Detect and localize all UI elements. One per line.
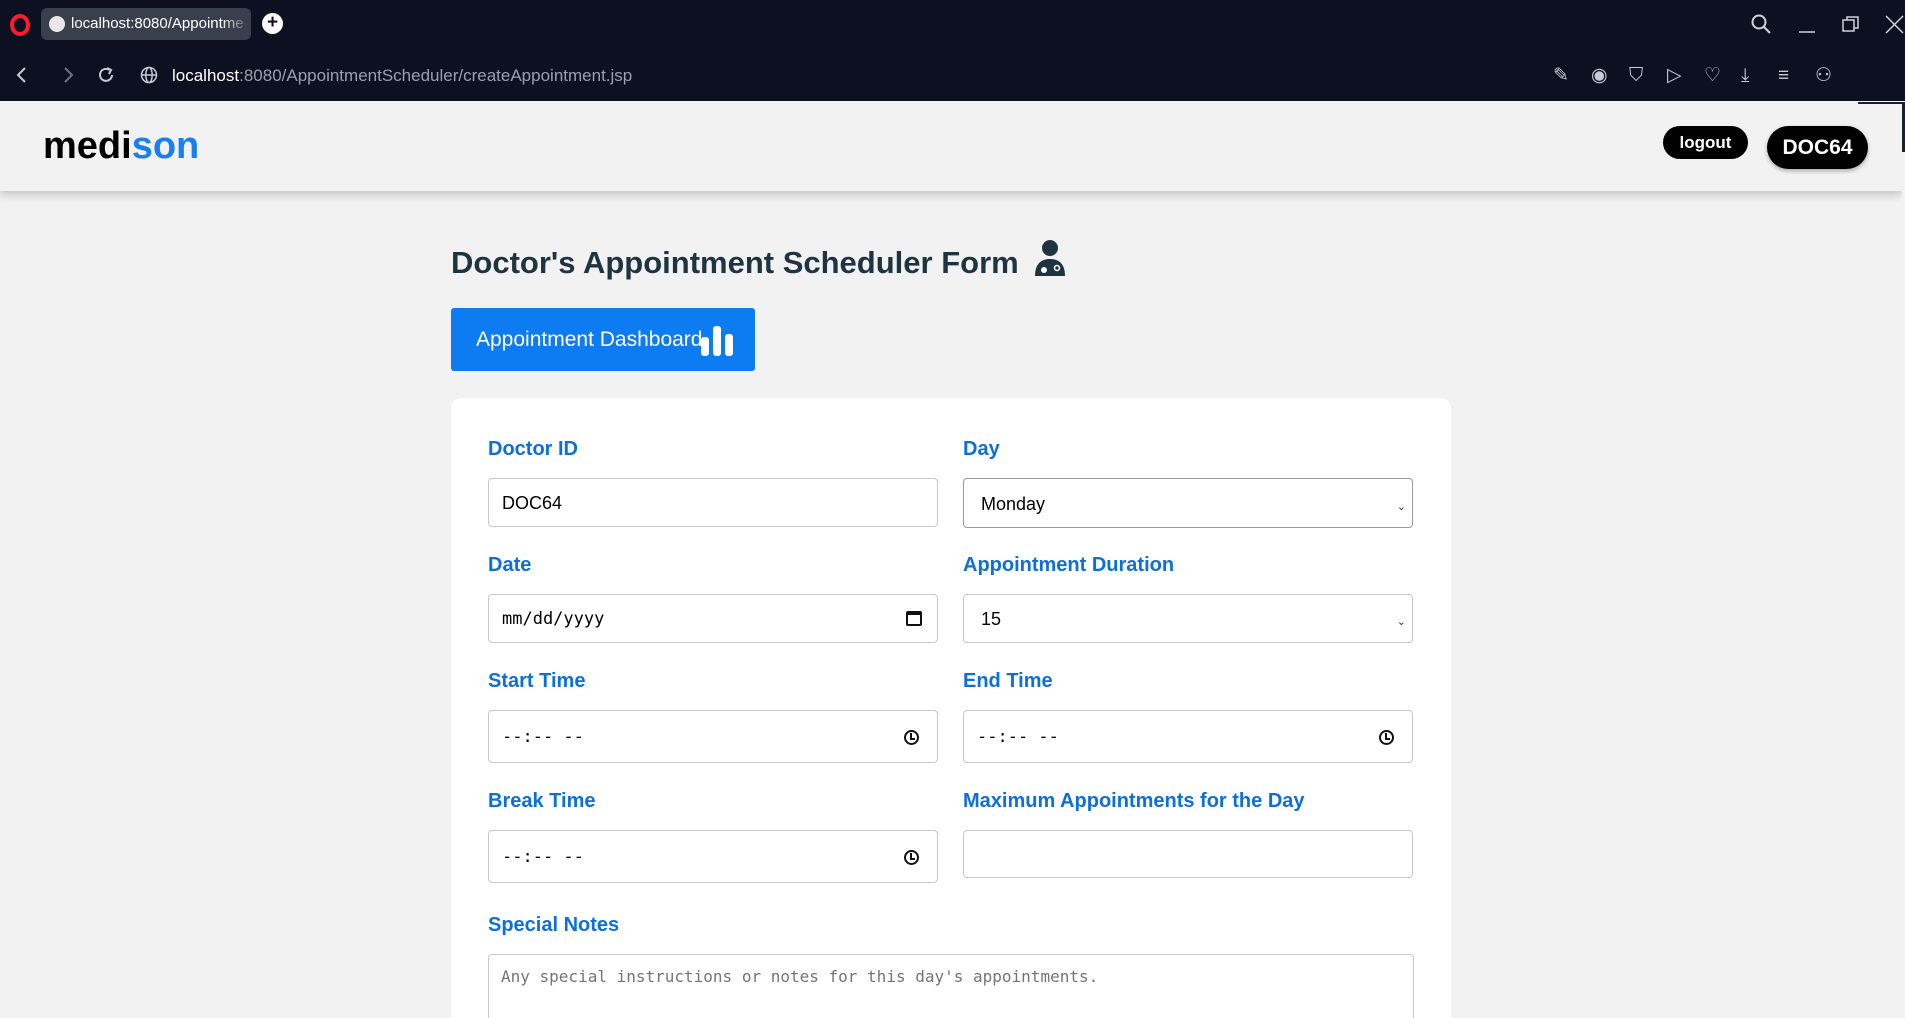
- url-field[interactable]: localhost:8080/AppointmentScheduler/crea…: [172, 64, 632, 88]
- camera-icon[interactable]: ◉: [1591, 65, 1608, 87]
- end-time-value: --:-- --: [977, 727, 1059, 747]
- restore-icon[interactable]: [1841, 15, 1861, 35]
- site-header: medison logout DOC64: [0, 104, 1902, 191]
- calendar-icon[interactable]: [906, 611, 922, 626]
- scheduler-form-card: Doctor ID DOC64 Day Monday ⌄ Date mm/dd/…: [451, 398, 1451, 1018]
- clock-icon[interactable]: [904, 730, 919, 745]
- break-time-input[interactable]: --:-- --: [488, 830, 938, 883]
- day-label: Day: [963, 438, 1000, 460]
- break-time-value: --:-- --: [502, 847, 584, 867]
- forward-icon[interactable]: [60, 66, 76, 84]
- site-info-icon[interactable]: [139, 65, 159, 85]
- chevron-down-icon: ⌄: [1396, 501, 1406, 513]
- doctor-id-input[interactable]: DOC64: [488, 478, 938, 527]
- brand-part-1: medi: [43, 125, 132, 167]
- dashboard-button-label: Appointment Dashboard: [476, 328, 703, 351]
- doctor-icon: [1035, 240, 1066, 276]
- logout-button[interactable]: logout: [1663, 126, 1748, 159]
- max-appointments-label: Maximum Appointments for the Day: [963, 790, 1305, 812]
- opera-logo-icon[interactable]: [10, 14, 30, 36]
- special-notes-label: Special Notes: [488, 914, 620, 936]
- day-value: Monday: [981, 494, 1046, 514]
- brand-logo[interactable]: medison: [43, 124, 199, 168]
- new-tab-button[interactable]: +: [262, 13, 283, 34]
- address-bar-row: localhost:8080/AppointmentScheduler/crea…: [0, 51, 1905, 152]
- browser-tab[interactable]: localhost:8080/Appointme: [41, 8, 251, 40]
- end-time-input[interactable]: --:-- --: [963, 710, 1413, 763]
- play-icon[interactable]: ▷: [1667, 65, 1682, 87]
- chevron-down-icon: ⌄: [1396, 616, 1406, 628]
- shield-icon[interactable]: ⛉: [1629, 65, 1643, 87]
- end-time-label: End Time: [963, 670, 1053, 692]
- browser-tab-strip: localhost:8080/Appointme +: [0, 0, 1905, 51]
- date-input[interactable]: mm/dd/yyyy: [488, 594, 938, 643]
- page-title-text: Doctor's Appointment Scheduler Form: [451, 245, 1019, 280]
- edit-icon[interactable]: ✎: [1553, 65, 1569, 87]
- page-title: Doctor's Appointment Scheduler Form: [451, 239, 1067, 283]
- date-label: Date: [488, 554, 532, 576]
- profile-icon[interactable]: ⚇: [1815, 65, 1832, 87]
- user-badge[interactable]: DOC64: [1767, 126, 1868, 169]
- globe-icon: [49, 16, 65, 32]
- break-time-label: Break Time: [488, 790, 596, 812]
- max-appointments-input[interactable]: [963, 830, 1413, 878]
- appointment-dashboard-button[interactable]: Appointment Dashboard: [451, 308, 755, 371]
- page-viewport: medison logout DOC64 Doctor's Appointmen…: [0, 104, 1902, 1018]
- start-time-value: --:-- --: [502, 727, 584, 747]
- reload-icon[interactable]: [96, 65, 116, 85]
- url-host: localhost: [172, 66, 240, 85]
- download-icon[interactable]: ⤓: [1741, 65, 1749, 87]
- tab-fade: [221, 8, 251, 40]
- settings-sliders-icon[interactable]: ≡: [1778, 65, 1789, 87]
- special-notes-placeholder: Any special instructions or notes for th…: [501, 967, 1099, 986]
- special-notes-textarea[interactable]: Any special instructions or notes for th…: [488, 954, 1414, 1018]
- day-select[interactable]: Monday ⌄: [963, 478, 1413, 528]
- search-icon[interactable]: [1750, 13, 1772, 35]
- close-icon[interactable]: [1884, 14, 1904, 36]
- duration-value: 15: [981, 609, 1002, 629]
- bar-chart-icon: [701, 326, 733, 356]
- brand-part-2: son: [131, 125, 200, 167]
- minimize-icon[interactable]: [1797, 15, 1817, 35]
- start-time-input[interactable]: --:-- --: [488, 710, 938, 763]
- start-time-label: Start Time: [488, 670, 586, 692]
- clock-icon[interactable]: [1379, 730, 1394, 745]
- clock-icon[interactable]: [904, 850, 919, 865]
- url-path: :8080/AppointmentScheduler/createAppoint…: [239, 66, 633, 85]
- back-icon[interactable]: [14, 66, 30, 84]
- date-value: mm/dd/yyyy: [502, 609, 605, 629]
- doctor-id-value: DOC64: [502, 493, 563, 513]
- doctor-id-label: Doctor ID: [488, 438, 578, 460]
- duration-label: Appointment Duration: [963, 554, 1175, 576]
- duration-select[interactable]: 15 ⌄: [963, 594, 1413, 643]
- heart-icon[interactable]: ♡: [1704, 65, 1721, 87]
- tab-title: localhost:8080/Appointme: [71, 15, 244, 32]
